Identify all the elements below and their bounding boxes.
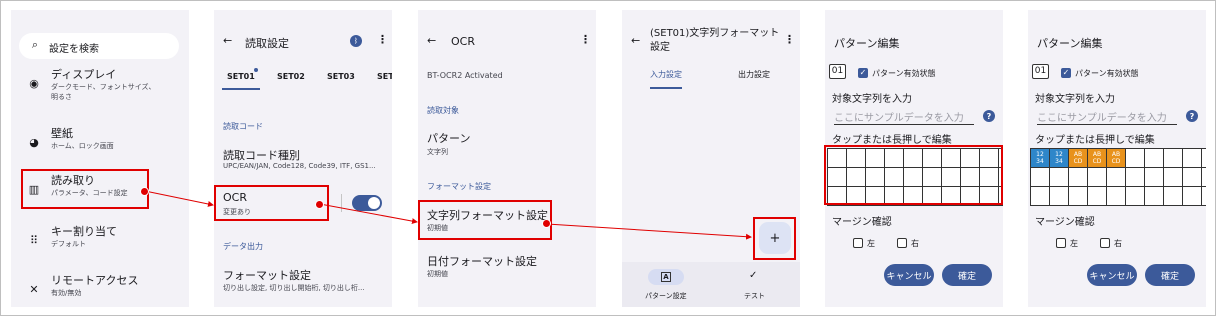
arrow-1: [144, 190, 214, 207]
arrow-2: [319, 203, 418, 225]
arrow-3: [546, 223, 752, 240]
connector-dot-1: [140, 187, 149, 196]
annotation-arrows: [144, 190, 752, 240]
connector-dot-3: [542, 219, 551, 228]
connector-dot-2: [315, 200, 324, 209]
